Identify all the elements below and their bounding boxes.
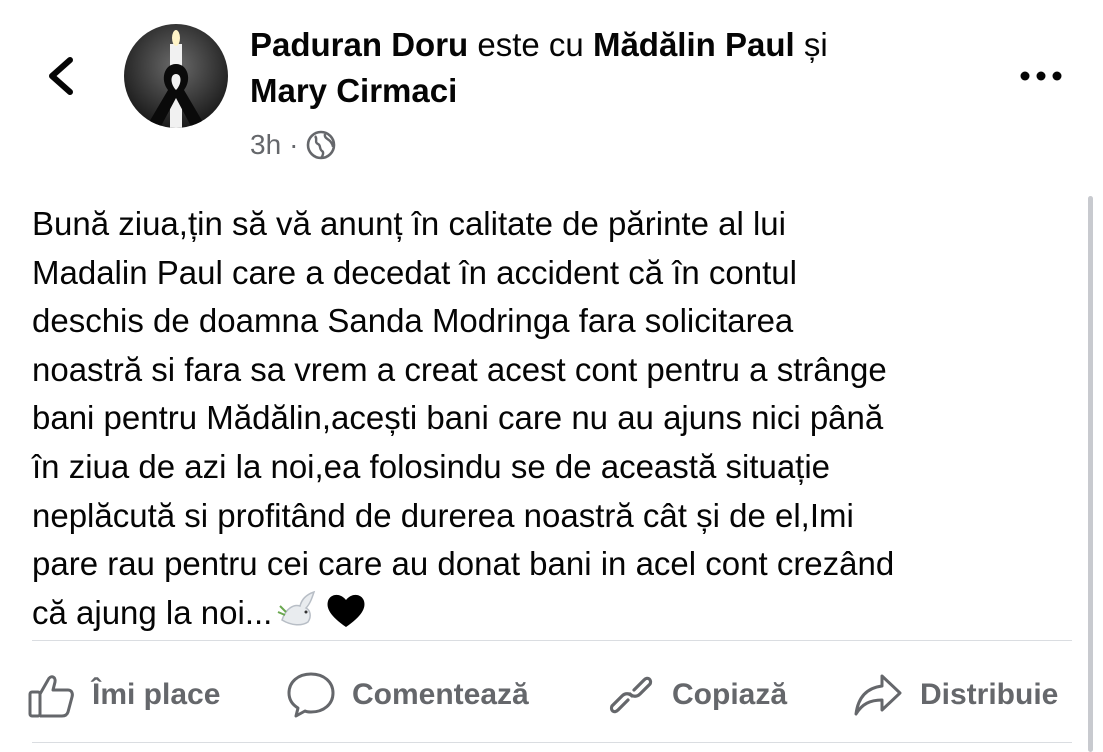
comment-button[interactable]: Comentează: [286, 660, 529, 730]
action-bar: Îmi place Comentează Copiază Distribuie: [0, 660, 1103, 730]
tagged-person-2[interactable]: Mary Cirmaci: [250, 72, 457, 109]
post-time[interactable]: 3h: [250, 129, 281, 161]
more-options-button[interactable]: [1016, 64, 1066, 88]
comment-label: Comentează: [352, 678, 529, 711]
post-header-title: Paduran Doru este cu Mădălin Paul și Mar…: [250, 22, 950, 114]
meta-separator: ·: [289, 129, 299, 160]
post-meta: 3h ·: [250, 126, 336, 164]
tagged-person-1[interactable]: Mădălin Paul: [593, 26, 795, 63]
mourning-ribbon-avatar-image: [124, 24, 228, 128]
share-label: Distribuie: [920, 678, 1059, 711]
avatar[interactable]: [124, 24, 228, 128]
post-text: Bună ziua,țin să vă anunț în calitate de…: [32, 200, 1072, 643]
comment-icon: [287, 672, 335, 718]
more-horizontal-icon: [1020, 71, 1062, 81]
author-name[interactable]: Paduran Doru: [250, 26, 468, 63]
and-connector: și: [803, 26, 828, 63]
back-button[interactable]: [38, 48, 88, 104]
chevron-left-icon: [49, 57, 73, 95]
share-arrow-icon: [854, 674, 902, 716]
with-connector: este cu: [477, 26, 584, 63]
globe-icon[interactable]: [306, 130, 336, 160]
copy-link-button[interactable]: Copiază: [606, 660, 787, 730]
black-heart-emoji: [324, 590, 368, 644]
dove-emoji: [276, 590, 320, 644]
divider-top: [32, 640, 1072, 641]
copy-label: Copiază: [672, 678, 788, 711]
link-icon: [609, 676, 653, 714]
post-text-content: Bună ziua,țin să vă anunț în calitate de…: [32, 205, 895, 631]
like-button[interactable]: Îmi place: [26, 660, 220, 730]
like-label: Îmi place: [92, 678, 221, 711]
divider-bottom: [32, 742, 1072, 743]
thumbs-up-icon: [28, 675, 74, 718]
share-button[interactable]: Distribuie: [852, 660, 1058, 730]
